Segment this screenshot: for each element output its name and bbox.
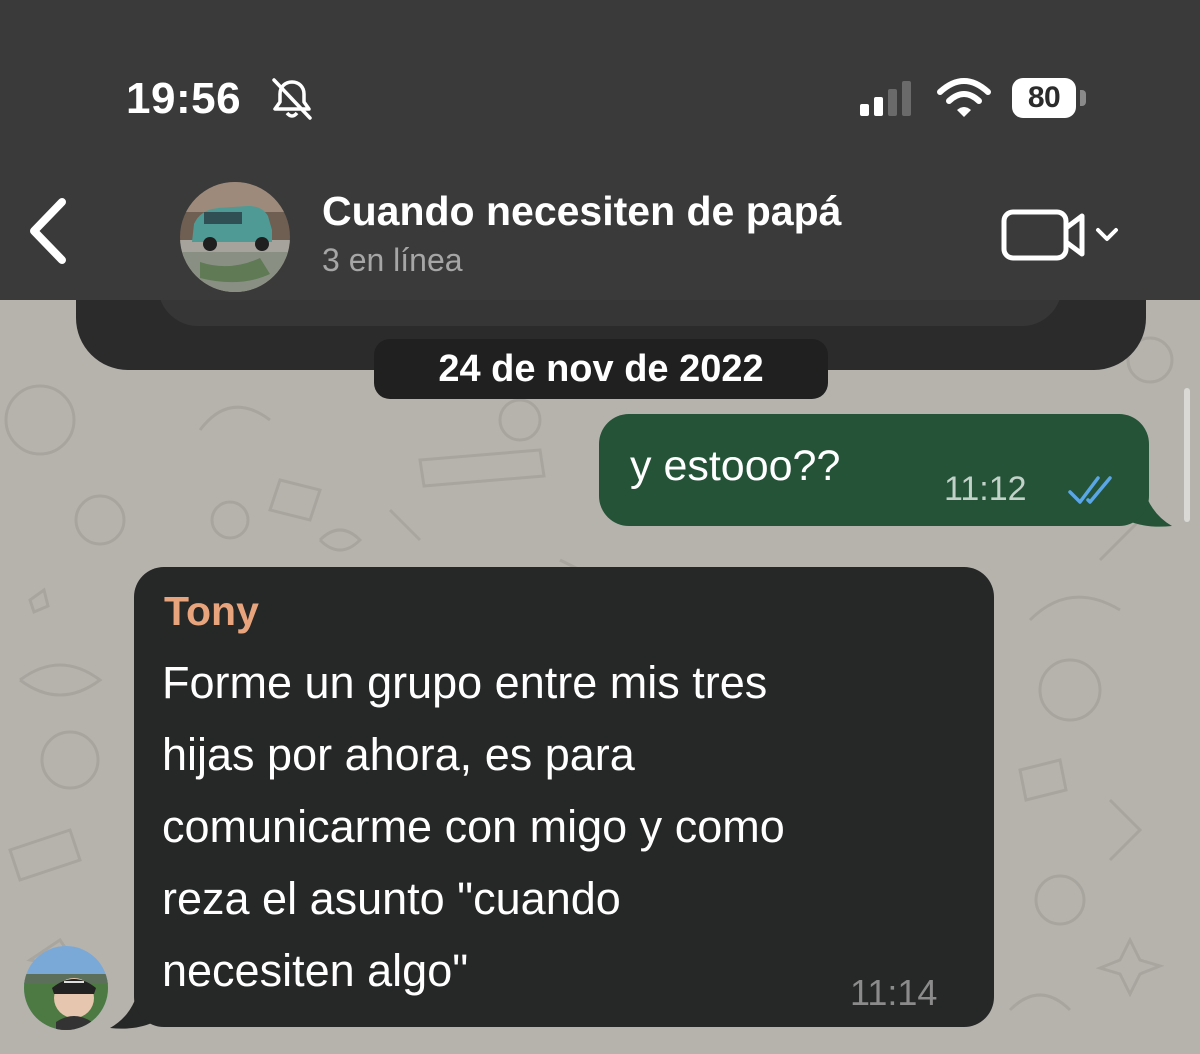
sender-name[interactable]: Tony xyxy=(164,588,259,635)
status-bar-time: 19:56 xyxy=(126,74,242,123)
wifi-icon xyxy=(937,78,991,117)
video-call-icon[interactable] xyxy=(1000,206,1126,262)
bell-muted-icon xyxy=(272,78,312,120)
incoming-message-time: 11:14 xyxy=(850,972,938,1013)
battery-tip xyxy=(1080,90,1086,106)
chat-title[interactable]: Cuando necesiten de papá xyxy=(322,188,841,235)
outgoing-message-text: y estooo?? xyxy=(630,442,841,490)
incoming-message-line: comunicarme con migo y como xyxy=(162,801,785,852)
incoming-message-line: necesiten algo" xyxy=(162,945,469,996)
sender-avatar[interactable] xyxy=(24,946,108,1030)
signal-icon xyxy=(860,81,911,116)
incoming-message-line: reza el asunto "cuando xyxy=(162,873,621,924)
outgoing-message-time: 11:12 xyxy=(944,470,1027,508)
date-separator: 24 de nov de 2022 xyxy=(374,339,828,399)
group-avatar[interactable] xyxy=(180,182,290,292)
double-check-icon xyxy=(1068,476,1112,504)
scroll-indicator[interactable] xyxy=(1184,388,1190,522)
sender-avatar-image xyxy=(24,946,108,1030)
incoming-message-line: Forme un grupo entre mis tres xyxy=(162,657,768,708)
group-avatar-image xyxy=(180,182,290,292)
date-separator-label: 24 de nov de 2022 xyxy=(438,347,764,390)
incoming-message-line: hijas por ahora, es para xyxy=(162,729,635,780)
battery-level: 80 xyxy=(1027,81,1061,114)
back-chevron-icon[interactable] xyxy=(18,196,78,266)
chevron-down-icon xyxy=(1096,228,1118,241)
battery-icon: 80 xyxy=(1012,78,1076,118)
chat-subtitle: 3 en línea xyxy=(322,242,463,278)
chat-header: 19:56 80 Cuando necesiten de papá 3 en l… xyxy=(0,0,1200,300)
